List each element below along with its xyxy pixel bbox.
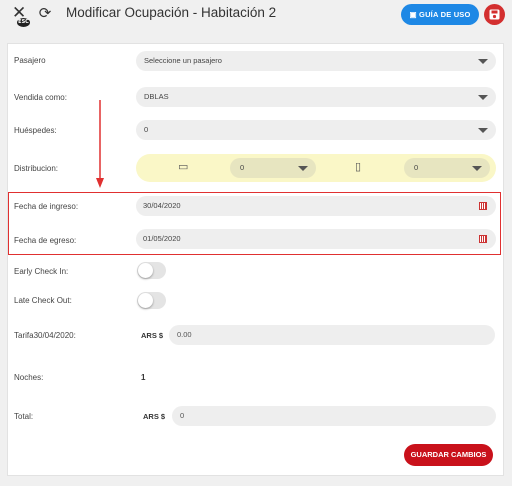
huespedes-label: Huéspedes: [14, 126, 57, 135]
chevron-down-icon [478, 59, 488, 64]
distribucion-a-value: 0 [240, 163, 245, 172]
vendida-como-select[interactable]: DBLAS [136, 87, 496, 107]
vendida-como-value: DBLAS [144, 92, 169, 101]
fecha-egreso-input[interactable]: 01/05/2020 [136, 229, 496, 249]
tarifa-input[interactable]: 0.00 [169, 325, 495, 345]
fecha-ingreso-label: Fecha de ingreso: [14, 202, 79, 211]
total-value: 0 [180, 411, 185, 420]
single-bed-icon: ▯ [355, 161, 362, 173]
tarifa-label: Tarifa30/04/2020: [14, 331, 76, 340]
huespedes-select[interactable]: 0 [136, 120, 496, 140]
distribucion-select-a[interactable]: 0 [230, 158, 316, 178]
page-title: Modificar Ocupación - Habitación 2 [66, 5, 277, 20]
guide-button[interactable]: ▣ GUÍA DE USO [401, 4, 479, 25]
guide-button-label: GUÍA DE USO [419, 10, 471, 19]
total-input[interactable]: 0 [172, 406, 496, 426]
late-checkout-toggle[interactable] [137, 292, 166, 309]
top-bar: ✕ ESC ⟳ Modificar Ocupación - Habitación… [0, 0, 512, 32]
refresh-icon[interactable]: ⟳ [36, 4, 54, 22]
tarifa-value: 0.00 [177, 330, 192, 339]
toggle-knob [138, 293, 153, 308]
late-checkout-label: Late Check Out: [14, 296, 72, 305]
annotation-arrow [96, 100, 104, 188]
calendar-icon[interactable] [479, 202, 487, 210]
save-icon-button[interactable] [484, 4, 505, 25]
double-bed-icon: ▭ [178, 161, 189, 173]
chevron-down-icon [472, 166, 482, 171]
chevron-down-icon [478, 95, 488, 100]
early-checkin-toggle[interactable] [137, 262, 166, 279]
calendar-icon[interactable] [479, 235, 487, 243]
book-icon: ▣ [409, 10, 420, 19]
distribucion-panel: ▭ 0 ▯ 0 [136, 154, 496, 182]
distribucion-select-b[interactable]: 0 [404, 158, 490, 178]
total-label: Total: [14, 412, 34, 421]
chevron-down-icon [478, 128, 488, 133]
tarifa-currency: ARS $ [141, 331, 164, 340]
pasajero-select-value: Seleccione un pasajero [144, 56, 222, 65]
fecha-ingreso-input[interactable]: 30/04/2020 [136, 196, 496, 216]
noches-value: 1 [141, 373, 146, 382]
guardar-cambios-button[interactable]: GUARDAR CAMBIOS [404, 444, 493, 466]
chevron-down-icon [298, 166, 308, 171]
vendida-como-label: Vendida como: [14, 93, 67, 102]
fecha-egreso-label: Fecha de egreso: [14, 236, 77, 245]
huespedes-value: 0 [144, 125, 149, 134]
distribucion-b-value: 0 [414, 163, 419, 172]
total-currency: ARS $ [143, 412, 166, 421]
distribucion-label: Distribucion: [14, 164, 59, 173]
fecha-ingreso-value: 30/04/2020 [143, 201, 181, 210]
floppy-disk-icon [489, 9, 500, 20]
esc-badge: ESC [17, 18, 30, 27]
close-button[interactable]: ✕ ESC [9, 4, 31, 28]
noches-label: Noches: [14, 373, 44, 382]
toggle-knob [138, 263, 153, 278]
fecha-egreso-value: 01/05/2020 [143, 234, 181, 243]
early-checkin-label: Early Check In: [14, 267, 69, 276]
pasajero-label: Pasajero [14, 56, 46, 65]
pasajero-select[interactable]: Seleccione un pasajero [136, 51, 496, 71]
